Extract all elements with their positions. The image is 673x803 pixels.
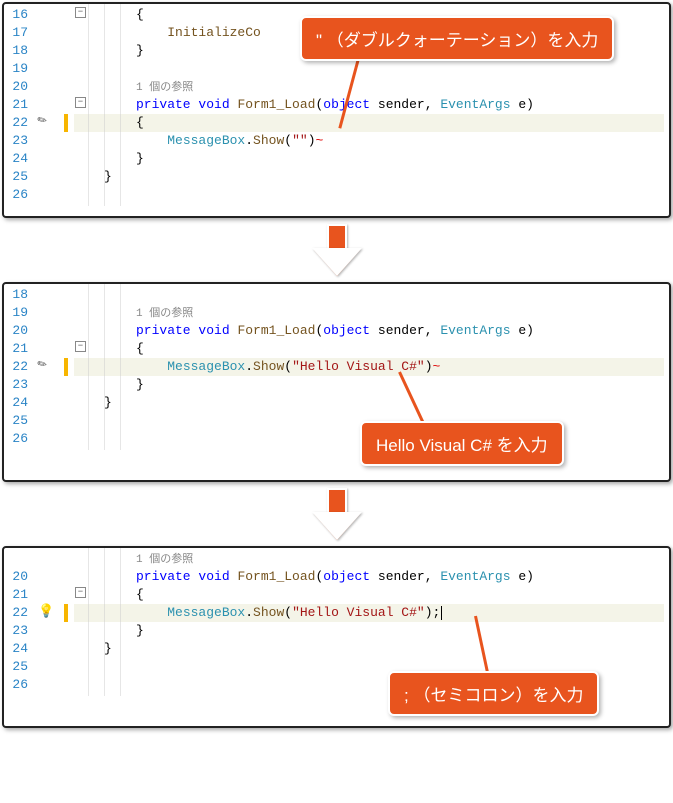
pencil-icon: ✎ [34, 111, 50, 130]
callout-hello: Hello Visual C# を入力 [360, 421, 564, 466]
fold-toggle[interactable]: − [75, 587, 86, 598]
callout-quote: " （ダブルクォーテーション）を入力 [300, 16, 614, 61]
fold-toggle[interactable]: − [75, 97, 86, 108]
change-marker [64, 604, 68, 622]
fold-column: − − [74, 4, 88, 206]
fold-toggle[interactable]: − [75, 7, 86, 18]
pencil-icon: ✎ [34, 355, 50, 374]
lightbulb-icon[interactable]: 💡 [38, 604, 54, 619]
fold-column: − [74, 548, 88, 696]
indent-guides [88, 284, 136, 450]
indent-guides [88, 548, 136, 696]
line-numbers: 181920212223242526 [4, 284, 32, 450]
code-panel-1: 1617181920212223242526 ✎ − − { Initializ… [2, 2, 671, 218]
fold-column: − [74, 284, 88, 450]
line-numbers: 1617181920212223242526 [4, 4, 32, 206]
change-marker [64, 358, 68, 376]
reference-count: 1 個の参照 [136, 82, 193, 94]
arrow-down-icon [314, 488, 360, 540]
change-marker [64, 114, 68, 132]
code-panel-2: 181920212223242526 ✎ − 1 個の参照 private vo… [2, 282, 671, 482]
reference-count: 1 個の参照 [136, 554, 193, 566]
gutter-icons: 💡 [32, 548, 74, 696]
reference-count: 1 個の参照 [136, 308, 193, 320]
text-cursor [441, 606, 442, 620]
line-numbers: 20212223242526 [4, 548, 32, 696]
code-panel-3: 20212223242526 💡 − 1 個の参照 private void F… [2, 546, 671, 728]
callout-semicolon: ; （セミコロン）を入力 [388, 671, 599, 716]
gutter-icons: ✎ [32, 4, 74, 206]
fold-toggle[interactable]: − [75, 341, 86, 352]
gutter-icons: ✎ [32, 284, 74, 450]
arrow-down-icon [314, 224, 360, 276]
